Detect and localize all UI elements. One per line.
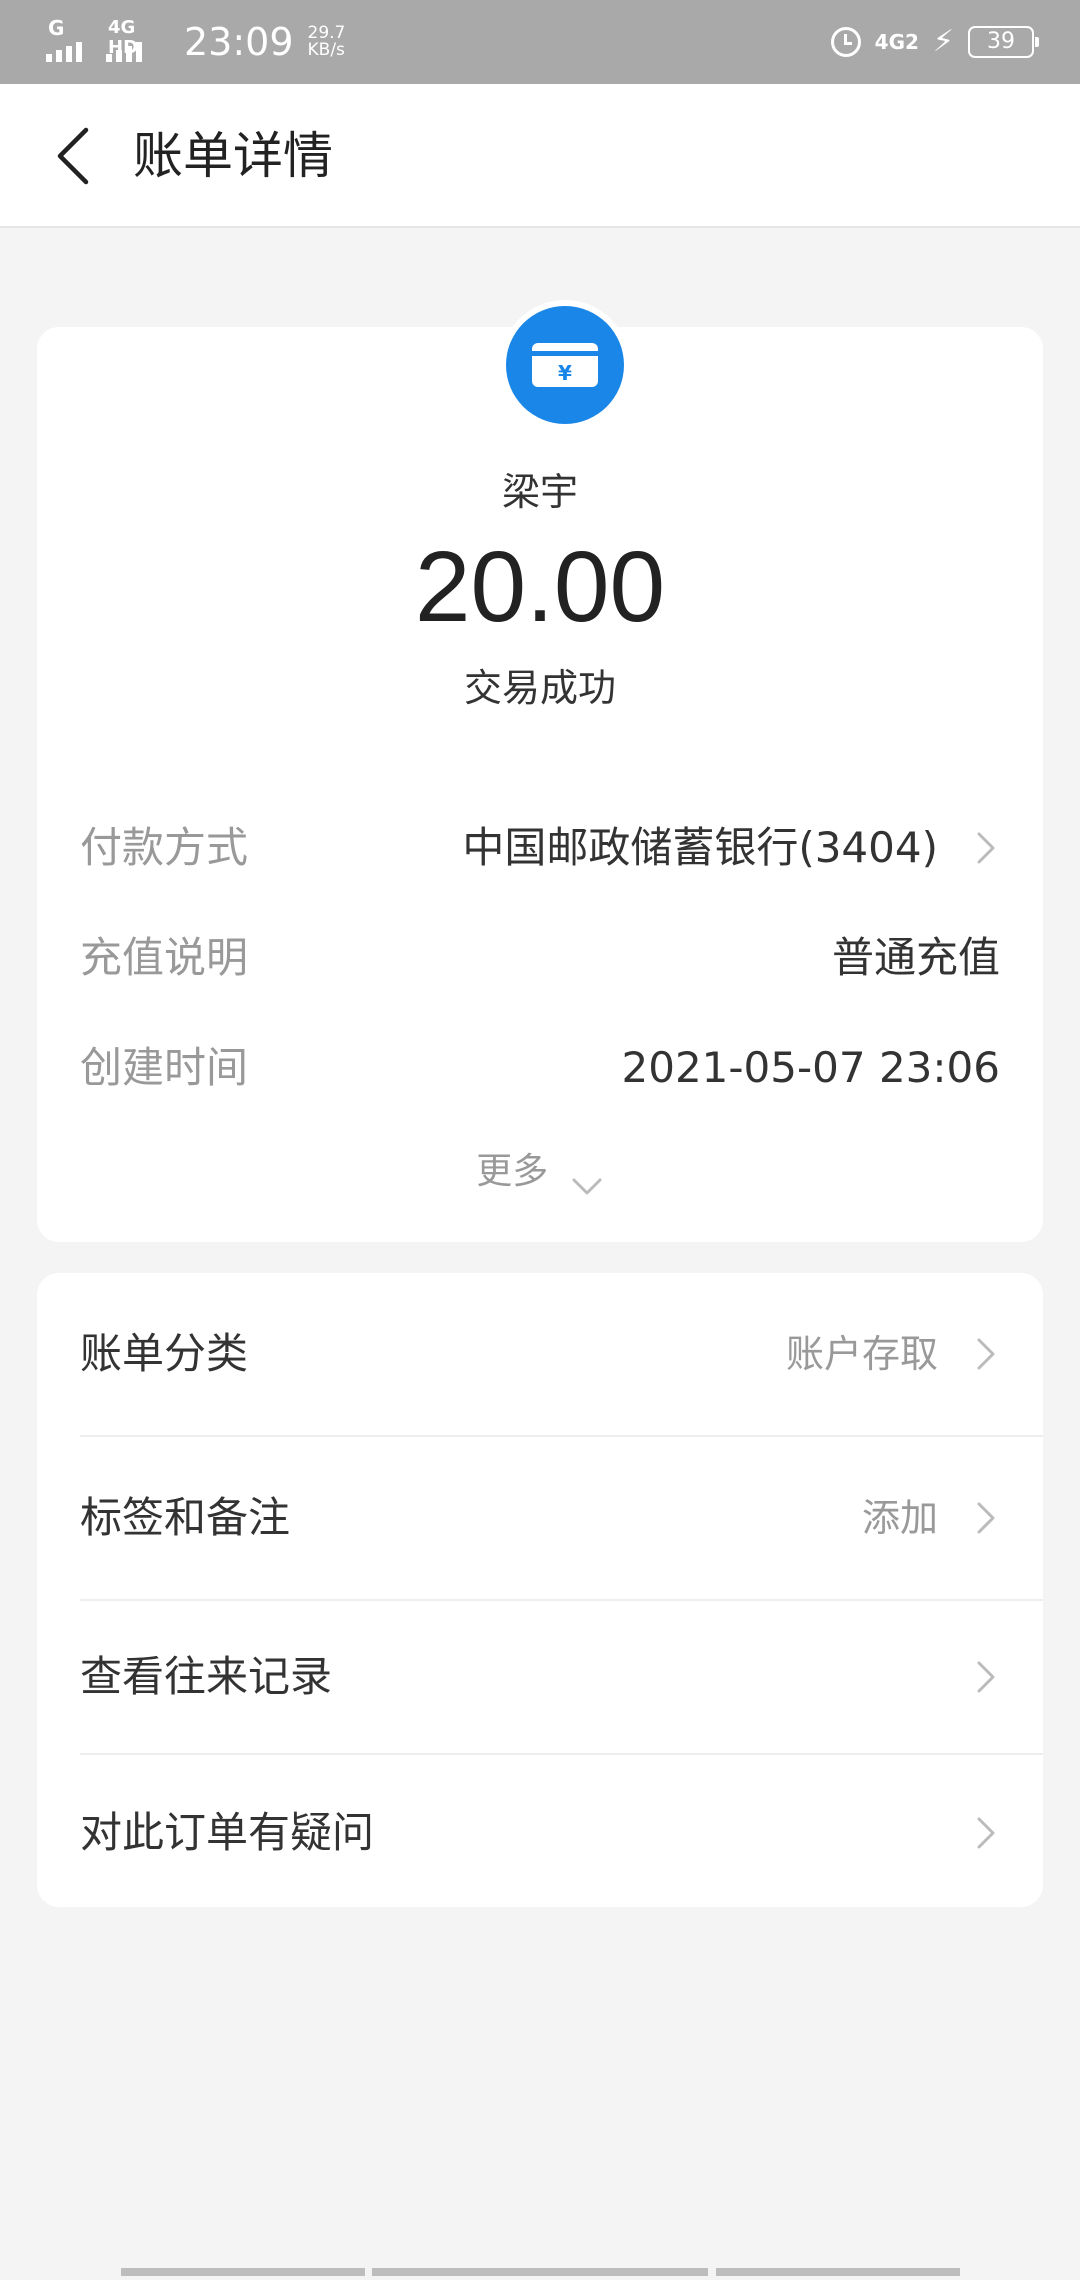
back-button[interactable] — [40, 120, 110, 192]
alarm-icon — [830, 27, 861, 57]
detail-value: 2021-05-07 23:06 — [621, 1043, 1000, 1092]
network-type: 4G2 — [874, 30, 919, 54]
app-header: 账单详情 — [0, 84, 1080, 228]
page-title: 账单详情 — [133, 127, 333, 185]
list-item-transaction-history[interactable]: 查看往来记录 — [37, 1601, 1043, 1753]
detail-label: 付款方式 — [80, 823, 249, 872]
chevron-right-icon — [970, 828, 1000, 868]
action-label: 查看往来记录 — [80, 1652, 333, 1701]
detail-row-recharge-note: 充值说明 普通充值 — [80, 928, 1000, 988]
detail-row-created-time: 创建时间 2021-05-07 23:06 — [80, 1038, 1000, 1098]
detail-label: 创建时间 — [80, 1043, 249, 1092]
card-yuan-icon: ¥ — [532, 343, 598, 387]
action-label: 账单分类 — [80, 1329, 249, 1378]
payee-name: 梁宇 — [501, 470, 578, 514]
signal-icon: 4G HD — [106, 18, 166, 66]
status-bar: G 4G HD 23:09 29.7 KB/s 4G2 ⚡ 39 — [0, 0, 1080, 84]
chevron-left-icon — [57, 127, 89, 185]
chevron-right-icon — [970, 1334, 1000, 1374]
chevron-right-icon — [970, 1498, 1000, 1538]
speed-unit: KB/s — [307, 40, 345, 60]
charging-icon: ⚡ — [932, 24, 954, 59]
list-item-bill-category[interactable]: 账单分类 账户存取 — [37, 1273, 1043, 1435]
navigation-gesture-bar[interactable] — [0, 2268, 1080, 2280]
sim1-label: G — [48, 16, 65, 40]
bill-actions-card: 账单分类 账户存取 标签和备注 添加 查看往来记录 对此订单有疑问 — [37, 1273, 1043, 1907]
amount: 20.00 — [414, 531, 666, 643]
battery-level: 39 — [987, 29, 1015, 54]
list-item-tags-notes[interactable]: 标签和备注 添加 — [37, 1437, 1043, 1599]
signal-icon: G — [46, 18, 100, 66]
action-label: 对此订单有疑问 — [80, 1808, 375, 1857]
action-value: 账户存取 — [785, 1332, 938, 1376]
battery-icon: 39 — [968, 26, 1039, 58]
chevron-right-icon — [970, 1813, 1000, 1853]
transaction-status: 交易成功 — [463, 666, 616, 710]
detail-label: 充值说明 — [80, 933, 249, 982]
detail-value: 普通充值 — [831, 933, 1000, 982]
svg-text:¥: ¥ — [558, 361, 572, 385]
avatar: ¥ — [500, 300, 630, 430]
bill-summary-card: ¥ 梁宇 20.00 交易成功 付款方式 中国邮政储蓄银行(3404) 充值说明… — [37, 300, 1043, 1242]
detail-value: 中国邮政储蓄银行(3404) — [462, 823, 938, 872]
detail-row-payment-method[interactable]: 付款方式 中国邮政储蓄银行(3404) — [80, 818, 1000, 878]
more-label: 更多 — [476, 1151, 549, 1192]
more-button[interactable]: 更多 — [37, 1147, 1043, 1197]
list-item-order-question[interactable]: 对此订单有疑问 — [37, 1755, 1043, 1907]
network-speed: 29.7 KB/s — [308, 25, 346, 59]
action-label: 标签和备注 — [80, 1493, 291, 1542]
clock: 23:09 — [184, 20, 294, 64]
chevron-right-icon — [970, 1657, 1000, 1697]
chevron-down-icon — [570, 1162, 604, 1195]
action-value: 添加 — [861, 1496, 938, 1540]
